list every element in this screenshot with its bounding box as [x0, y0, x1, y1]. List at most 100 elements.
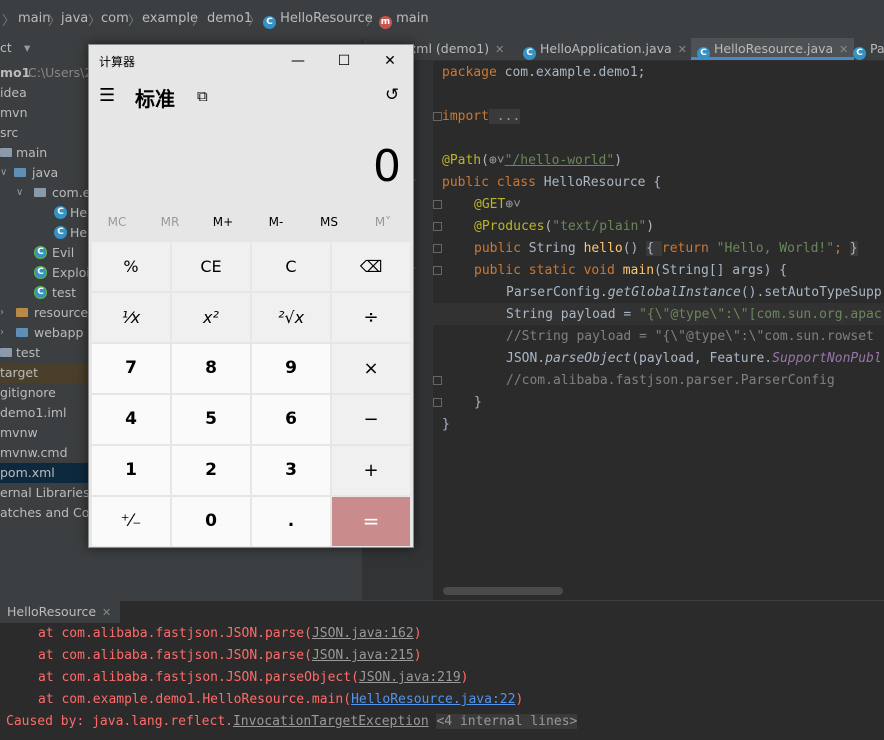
code-editor[interactable]: package com.example.demo1; import ... @P…	[433, 61, 884, 600]
fold-icon[interactable]	[433, 266, 442, 275]
code-token: getGlobalInstance	[607, 285, 741, 300]
tree-item-label: main	[16, 145, 48, 160]
run-tab[interactable]: HelloResource ✕	[0, 601, 120, 623]
chevron-down-icon[interactable]: ∨	[0, 163, 7, 183]
square-button[interactable]: x²	[172, 293, 250, 342]
code-line: @GET⊕˅	[474, 194, 521, 216]
dropdown-icon[interactable]: ▾	[24, 38, 30, 58]
memory-recall-button[interactable]: MR	[144, 215, 196, 229]
tree-item-label: com.e	[52, 185, 91, 200]
memory-subtract-button[interactable]: M-	[250, 215, 302, 229]
log-link[interactable]: JSON.java:162	[312, 626, 414, 641]
memory-store-button[interactable]: MS	[303, 215, 355, 229]
memory-list-button[interactable]: M˅	[357, 215, 409, 229]
close-button[interactable]: ✕	[367, 45, 413, 77]
calculator-mode: 标准	[135, 87, 175, 111]
add-button[interactable]: +	[332, 446, 410, 495]
fold-tag[interactable]: <4 internal lines>	[436, 714, 578, 729]
log-line: at com.example.demo1.HelloResource.main(…	[38, 689, 523, 711]
clear-entry-button[interactable]: CE	[172, 242, 250, 291]
keep-on-top-icon[interactable]: ⧉	[197, 87, 208, 105]
percent-button[interactable]: %	[92, 242, 170, 291]
code-line: ParserConfig.getGlobalInstance().setAuto…	[506, 282, 882, 304]
digit-2-button[interactable]: 2	[172, 446, 250, 495]
close-icon[interactable]: ✕	[102, 606, 111, 619]
code-token: String	[520, 241, 584, 256]
code-token: (payload, Feature.	[631, 351, 773, 366]
digit-1-button[interactable]: 1	[92, 446, 170, 495]
breadcrumb-item-class[interactable]: C HelloResource	[263, 11, 373, 29]
tree-item-label: src	[0, 125, 19, 140]
log-link[interactable]: HelloResource.java:22	[351, 692, 515, 707]
code-token: com.example.demo1;	[496, 65, 646, 80]
folder-icon	[0, 148, 12, 157]
folder-icon	[0, 348, 12, 357]
tree-item-label: mvn	[0, 105, 28, 120]
breadcrumb-item-main[interactable]: main	[18, 11, 50, 26]
divide-button[interactable]: ÷	[332, 293, 410, 342]
breadcrumb-item-example[interactable]: example	[142, 11, 198, 26]
code-line: package com.example.demo1;	[442, 62, 646, 84]
tab-hello-resource[interactable]: C HelloResource.java ✕	[691, 38, 855, 60]
square-root-button[interactable]: ²√x	[252, 293, 330, 342]
memory-add-button[interactable]: M+	[197, 215, 249, 229]
digit-5-button[interactable]: 5	[172, 395, 250, 444]
negate-button[interactable]: ⁺⁄₋	[92, 497, 170, 546]
code-line: }	[474, 392, 482, 414]
chevron-right-icon[interactable]: ›	[0, 323, 4, 343]
breadcrumb-item-com[interactable]: com	[101, 11, 129, 26]
fold-icon[interactable]	[433, 222, 442, 231]
log-text: Caused by: java.lang.reflect.	[6, 714, 233, 729]
digit-8-button[interactable]: 8	[172, 344, 250, 393]
close-icon[interactable]: ✕	[678, 43, 687, 56]
chevron-down-icon[interactable]: ∨	[16, 183, 23, 203]
breadcrumb-item-method[interactable]: m main	[379, 11, 429, 29]
log-text: at com.alibaba.fastjson.JSON.parse(	[38, 626, 312, 641]
tab-partial[interactable]: C Pa	[853, 38, 884, 60]
class-icon: C	[263, 16, 276, 29]
subtract-button[interactable]: −	[332, 395, 410, 444]
tab-label: HelloResource.java	[713, 41, 834, 56]
breadcrumb-item-java[interactable]: java	[61, 11, 88, 26]
digit-7-button[interactable]: 7	[92, 344, 170, 393]
digit-4-button[interactable]: 4	[92, 395, 170, 444]
digit-3-button[interactable]: 3	[252, 446, 330, 495]
class-icon: C	[697, 47, 710, 60]
hamburger-menu-icon[interactable]: ☰	[99, 85, 115, 106]
minimize-button[interactable]: —	[275, 45, 321, 77]
log-text: at com.example.demo1.HelloResource.main(	[38, 692, 352, 707]
code-token: hello	[583, 241, 623, 256]
code-token: class	[488, 175, 536, 190]
tree-item-label: pom.xml	[0, 465, 55, 480]
chevron-right-icon[interactable]: ›	[0, 303, 4, 323]
clear-button[interactable]: C	[252, 242, 330, 291]
memory-clear-button[interactable]: MC	[91, 215, 143, 229]
breadcrumb-item-demo1[interactable]: demo1	[207, 11, 252, 26]
digit-6-button[interactable]: 6	[252, 395, 330, 444]
digit-9-button[interactable]: 9	[252, 344, 330, 393]
decimal-button[interactable]: .	[252, 497, 330, 546]
reciprocal-button[interactable]: ¹⁄x	[92, 293, 170, 342]
history-icon[interactable]: ↺	[385, 85, 399, 105]
maximize-button[interactable]: ☐	[321, 45, 367, 77]
fold-icon[interactable]	[433, 200, 442, 209]
digit-0-button[interactable]: 0	[172, 497, 250, 546]
fold-icon[interactable]	[433, 244, 442, 253]
tab-hello-application[interactable]: C HelloApplication.java ✕	[523, 38, 687, 60]
horizontal-scrollbar[interactable]	[443, 587, 563, 595]
multiply-button[interactable]: ×	[332, 344, 410, 393]
log-link[interactable]: InvocationTargetException	[233, 714, 429, 729]
fold-icon[interactable]	[433, 376, 442, 385]
log-text: )	[413, 648, 422, 663]
log-link[interactable]: JSON.java:219	[359, 670, 461, 685]
close-icon[interactable]: ✕	[839, 43, 848, 56]
fold-icon[interactable]	[433, 398, 442, 407]
fold-icon[interactable]	[433, 112, 442, 121]
code-token[interactable]: "/hello-world"	[505, 153, 615, 168]
log-link[interactable]: JSON.java:215	[312, 648, 414, 663]
close-icon[interactable]: ✕	[495, 43, 504, 56]
tree-item-label: mvnw.cmd	[0, 445, 68, 460]
equals-button[interactable]: =	[332, 497, 410, 546]
backspace-button[interactable]: ⌫	[332, 242, 410, 291]
calculator-display: 0	[373, 141, 401, 192]
